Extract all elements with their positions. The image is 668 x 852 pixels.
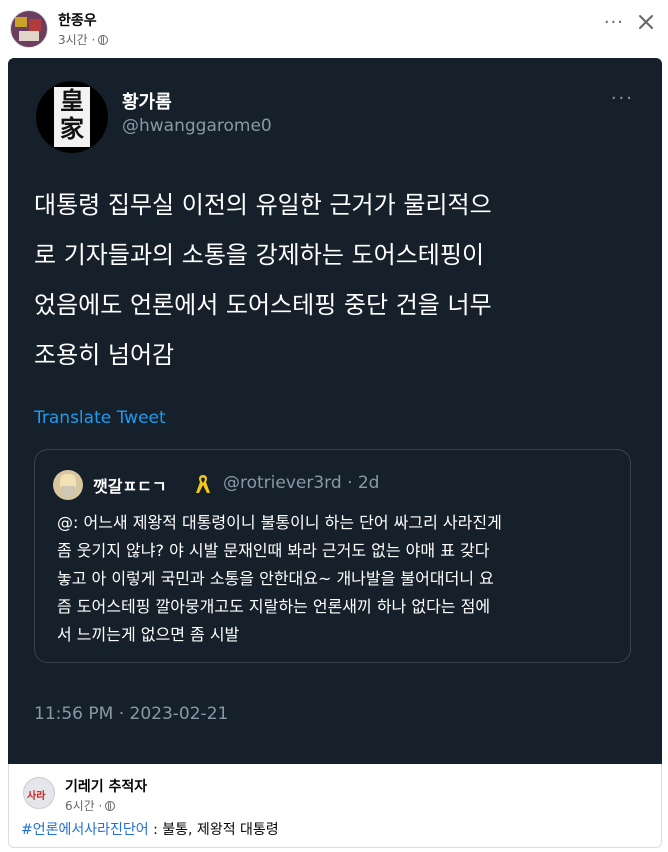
globe-icon — [105, 800, 116, 811]
post-time[interactable]: 3시간 · — [58, 31, 95, 48]
tweet-more-icon: ··· — [610, 88, 634, 109]
close-icon[interactable] — [636, 12, 656, 32]
shared-author-avatar[interactable]: 사라 — [23, 777, 55, 809]
shared-post-time[interactable]: 6시간 · — [65, 797, 102, 814]
quoted-tweet: 깻갈ㅍㄷㄱ @rotriever3rd · 2d @: 어느새 제왕적 대통령이… — [34, 449, 631, 663]
globe-icon — [98, 34, 109, 45]
quote-author-handle: @rotriever3rd · 2d — [223, 473, 380, 493]
shared-post-meta: 6시간 · — [65, 797, 116, 814]
author-name[interactable]: 한종우 — [58, 10, 97, 30]
shared-post-info: 사라 기레기 추적자 6시간 · #언론에서사라진단어 : 불통, 제왕적 대통… — [8, 764, 662, 848]
tweet-author-handle: @hwanggarome0 — [122, 116, 272, 136]
post-meta: 3시간 · — [58, 31, 109, 48]
tweet-body: 대통령 집무실 이전의 유일한 근거가 물리적으 로 기자들과의 소통을 강제하… — [34, 191, 492, 369]
shared-post-text: #언론에서사라진단어 : 불통, 제왕적 대통령 — [21, 819, 279, 839]
translate-tweet-link: Translate Tweet — [34, 408, 166, 428]
author-avatar[interactable] — [10, 10, 48, 48]
tweet-timestamp: 11:56 PM · 2023-02-21 — [34, 704, 229, 724]
tweet-screenshot: 皇 家 황가롬 @hwanggarome0 ··· 대통령 집무실 이전의 유일… — [8, 58, 662, 764]
yellow-ribbon-icon — [196, 475, 210, 493]
shared-author-name[interactable]: 기레기 추적자 — [65, 776, 147, 796]
tweet-avatar: 皇 家 — [36, 81, 108, 153]
hashtag-link[interactable]: #언론에서사라진단어 — [21, 822, 149, 838]
shared-post-caption: : 불통, 제왕적 대통령 — [148, 822, 279, 838]
quote-author-name: 깻갈ㅍㄷㄱ — [93, 477, 167, 496]
tweet-author-name: 황가롬 — [122, 92, 172, 113]
quote-avatar — [53, 470, 83, 500]
post-header: 한종우 3시간 · ··· — [0, 0, 668, 56]
quote-body: @: 어느새 제왕적 대통령이니 불통이니 하는 단어 싸그리 사라진게 좀 웃… — [57, 513, 502, 644]
more-icon[interactable]: ··· — [604, 12, 624, 33]
